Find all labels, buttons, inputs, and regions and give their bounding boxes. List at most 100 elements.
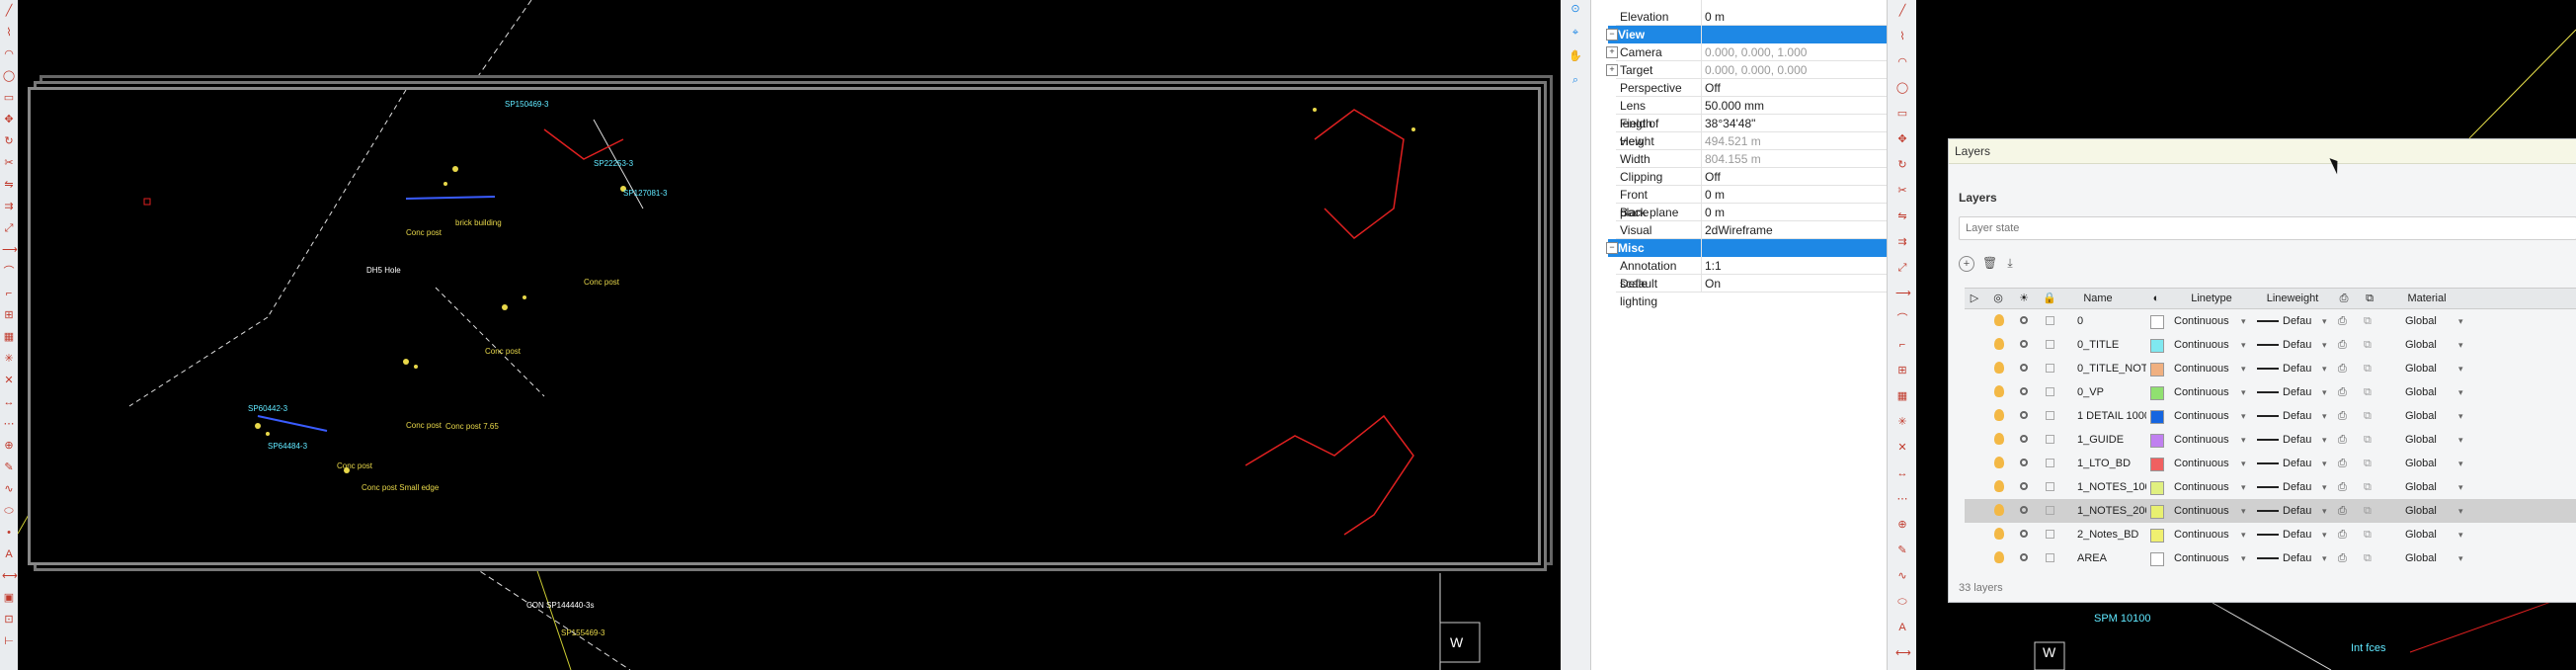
layer-color-swatch[interactable] (2150, 363, 2164, 377)
delete-layer-icon[interactable]: 🗑 (1982, 256, 1997, 270)
dimension-tool-icon[interactable]: ⟷ (2, 569, 18, 583)
freeze-column-icon[interactable]: ☀ (2016, 289, 2032, 308)
layer-row[interactable]: 2_Notes_BD Continuous ▾ Defau ▾ ⎙ ⧉ Global ▾ (1965, 523, 2576, 546)
new-layer-icon[interactable]: + (1959, 256, 1974, 272)
material-column-header[interactable]: Material (2387, 289, 2466, 308)
arc-tool-icon[interactable]: ◠ (1895, 55, 1909, 69)
unlock-icon[interactable] (2046, 411, 2054, 420)
layer-color-swatch[interactable] (2150, 434, 2164, 448)
array-tool-icon[interactable]: ⊞ (1895, 364, 1909, 377)
chamfer-tool-icon[interactable]: ⌐ (2, 287, 16, 300)
linetype-column-header[interactable]: Linetype (2172, 289, 2251, 308)
bulb-icon[interactable] (1994, 504, 2004, 516)
property-value[interactable]: On (1705, 275, 1721, 293)
chevron-down-icon[interactable]: ▾ (2458, 546, 2463, 570)
chevron-down-icon[interactable]: ▾ (2322, 404, 2327, 428)
layer-lineweight[interactable]: Defau (2283, 452, 2316, 475)
stretch-tool-icon[interactable]: ↔ (1895, 466, 1909, 480)
vp-freeze-icon[interactable]: ⧉ (2364, 404, 2377, 428)
offset-tool-icon[interactable]: ⇉ (2, 200, 16, 213)
chevron-down-icon[interactable]: ▾ (2458, 475, 2463, 499)
layer-color-swatch[interactable] (2150, 505, 2164, 519)
chevron-down-icon[interactable]: ▾ (2458, 309, 2463, 333)
polyline-tool-icon[interactable]: ⌇ (2, 26, 16, 40)
layer-row[interactable]: 0_TITLE Continuous ▾ Defau ▾ ⎙ ⧉ Global ▾ (1965, 333, 2576, 357)
chevron-down-icon[interactable]: ▾ (2322, 546, 2327, 570)
layer-state-input[interactable] (1959, 216, 2576, 240)
bulb-icon[interactable] (1994, 433, 2004, 445)
chevron-down-icon[interactable]: ▾ (2241, 523, 2246, 546)
zoom-icon[interactable]: ⌕ (1569, 73, 1582, 87)
chevron-down-icon[interactable]: ▾ (2458, 499, 2463, 523)
vp-freeze-icon[interactable]: ⧉ (2364, 357, 2377, 380)
plot-column-icon[interactable]: ⎙ (2336, 289, 2352, 308)
bulb-icon[interactable] (1994, 314, 2004, 326)
chevron-down-icon[interactable]: ▾ (2458, 404, 2463, 428)
layer-linetype[interactable]: Continuous (2174, 499, 2237, 523)
layer-name[interactable]: 1 DETAIL 1000 (2077, 404, 2146, 428)
chevron-down-icon[interactable]: ▾ (2241, 357, 2246, 380)
chevron-down-icon[interactable]: ▾ (2241, 404, 2246, 428)
property-value[interactable]: 804.155 m (1705, 150, 1761, 168)
layer-name[interactable]: 0_VP (2077, 380, 2146, 404)
layer-linetype[interactable]: Continuous (2174, 333, 2237, 357)
printer-icon[interactable]: ⎙ (2338, 404, 2352, 428)
circle-tool-icon[interactable]: ◯ (1895, 81, 1909, 95)
layer-name[interactable]: 0 (2077, 309, 2146, 333)
break-tool-icon[interactable]: ⋯ (1895, 492, 1909, 506)
layer-material[interactable]: Global (2405, 333, 2455, 357)
sun-icon[interactable] (2020, 316, 2028, 324)
chevron-down-icon[interactable]: ▾ (2241, 452, 2246, 475)
layer-material[interactable]: Global (2405, 475, 2455, 499)
property-value[interactable]: 0 m (1705, 8, 1725, 26)
drawing-canvas[interactable]: SP150469-3 SP22253-3 SP127081-3 Conc pos… (18, 0, 1561, 670)
layer-name[interactable]: 1_GUIDE (2077, 428, 2146, 452)
bulb-icon[interactable] (1994, 362, 2004, 374)
mirror-tool-icon[interactable]: ⇋ (1895, 209, 1909, 223)
rotate-tool-icon[interactable]: ↻ (2, 134, 16, 148)
bulb-icon[interactable] (1994, 480, 2004, 492)
collapse-icon[interactable]: − (1606, 29, 1618, 41)
chevron-down-icon[interactable]: ▾ (2458, 380, 2463, 404)
section-header-misc[interactable]: Misc (1608, 239, 1889, 257)
erase-tool-icon[interactable]: ✕ (2, 374, 16, 387)
chevron-down-icon[interactable]: ▾ (2458, 428, 2463, 452)
stretch-tool-icon[interactable]: ↔ (2, 395, 16, 409)
chevron-down-icon[interactable]: ▾ (2458, 452, 2463, 475)
layer-name[interactable]: 1_NOTES_100 (2077, 475, 2146, 499)
layer-row[interactable]: 0 Continuous ▾ Defau ▾ ⎙ ⧉ Global ▾ (1965, 309, 2576, 333)
layer-row[interactable]: 1 DETAIL 1000 Continuous ▾ Defau ▾ ⎙ ⧉ Global ▾ (1965, 404, 2576, 428)
name-column-header[interactable]: Name (2073, 289, 2123, 308)
on-off-column-icon[interactable]: ◎ (1990, 289, 2006, 308)
chevron-down-icon[interactable]: ▾ (2322, 309, 2327, 333)
chevron-down-icon[interactable]: ▾ (2241, 428, 2246, 452)
pan-icon[interactable]: ✋ (1569, 49, 1582, 63)
sun-icon[interactable] (2020, 364, 2028, 372)
layer-linetype[interactable]: Continuous (2174, 475, 2237, 499)
layers-dialog[interactable]: Layers Layers + 🗑 ⤓ ▷ ◎ ☀ 🔒 Name ◐ Linet… (1948, 138, 2576, 603)
property-value[interactable]: Off (1705, 168, 1721, 186)
polyline-tool-icon[interactable]: ⌇ (1895, 30, 1909, 43)
unlock-icon[interactable] (2046, 316, 2054, 325)
layer-material[interactable]: Global (2405, 546, 2455, 570)
property-value[interactable]: Off (1705, 79, 1721, 97)
vp-freeze-icon[interactable]: ⧉ (2364, 309, 2377, 333)
printer-icon[interactable]: ⎙ (2338, 475, 2352, 499)
sun-icon[interactable] (2020, 387, 2028, 395)
color-column-icon[interactable]: ◐ (2148, 289, 2164, 308)
layer-lineweight[interactable]: Defau (2283, 546, 2316, 570)
mirror-tool-icon[interactable]: ⇋ (2, 178, 16, 192)
chevron-down-icon[interactable]: ▾ (2458, 333, 2463, 357)
layer-linetype[interactable]: Continuous (2174, 523, 2237, 546)
layer-color-swatch[interactable] (2150, 458, 2164, 471)
block-tool-icon[interactable]: ▣ (2, 591, 16, 605)
sun-icon[interactable] (2020, 530, 2028, 538)
layer-lineweight[interactable]: Defau (2283, 333, 2316, 357)
explode-tool-icon[interactable]: ✳ (2, 352, 16, 366)
unlock-icon[interactable] (2046, 482, 2054, 491)
spline-tool-icon[interactable]: ∿ (2, 482, 16, 496)
expand-column-icon[interactable]: ▷ (1967, 289, 1982, 308)
layer-lineweight[interactable]: Defau (2283, 380, 2316, 404)
layer-color-swatch[interactable] (2150, 386, 2164, 400)
text-tool-icon[interactable]: A (1895, 621, 1909, 634)
